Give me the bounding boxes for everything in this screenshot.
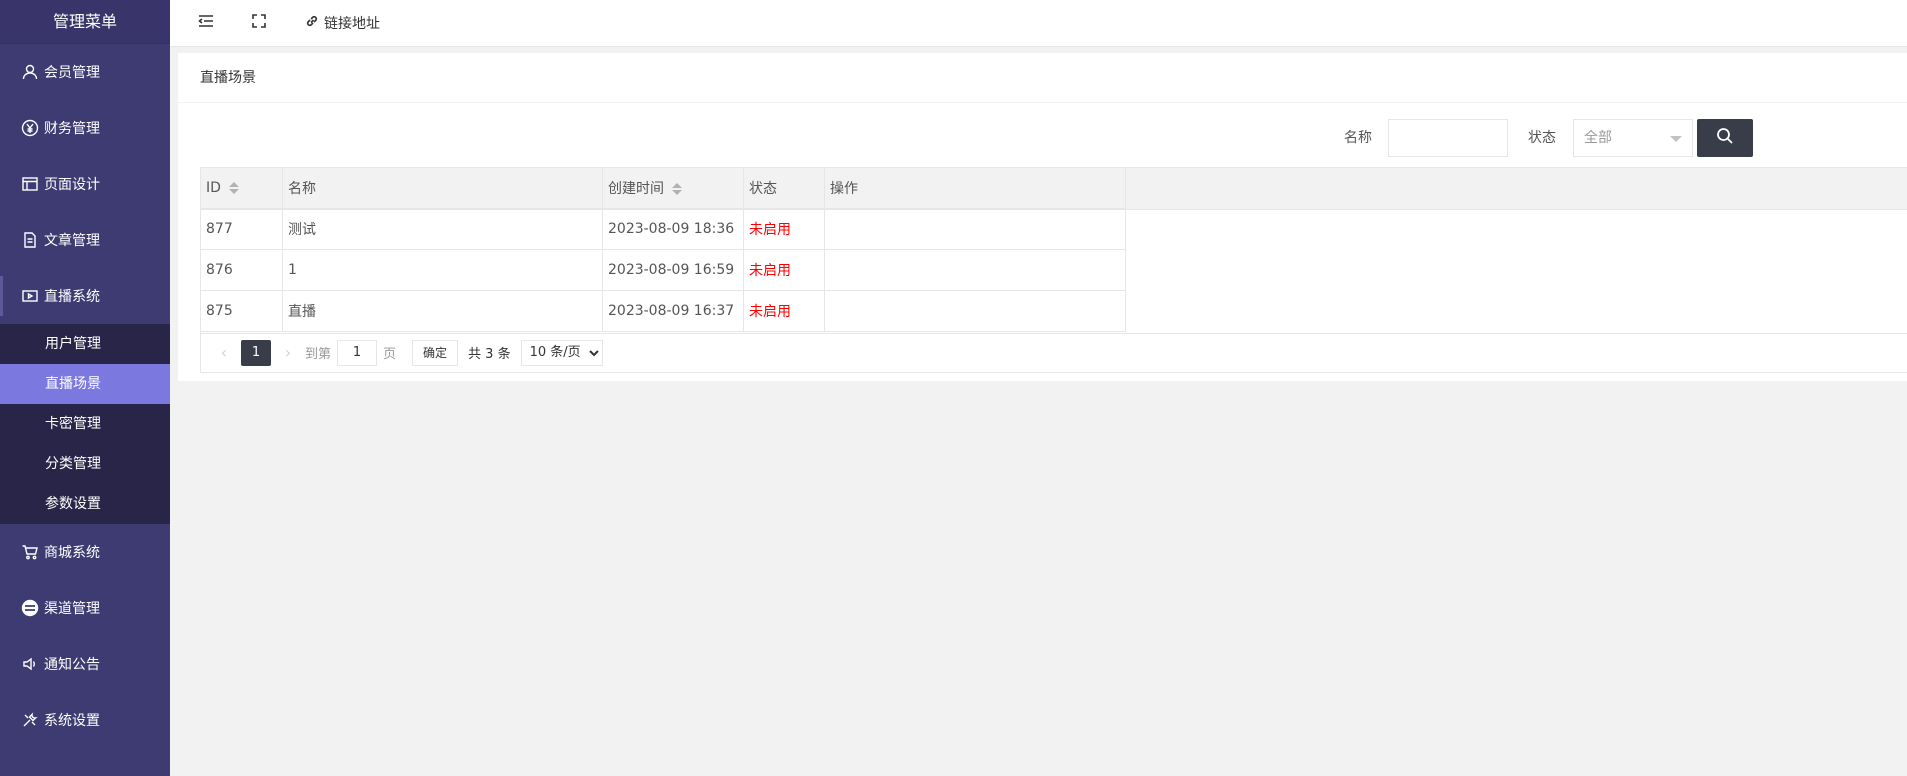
col-header-name: 名称 — [282, 167, 603, 209]
cell-action — [824, 249, 1126, 291]
speaker-icon — [20, 654, 40, 674]
live-submenu: 用户管理 直播场景 卡密管理 分类管理 参数设置 — [0, 324, 170, 524]
cell-created: 2023-08-09 18:36 — [602, 208, 744, 250]
col-header-id[interactable]: ID — [200, 167, 283, 209]
layout-icon — [20, 174, 40, 194]
page-suffix: 页 — [383, 347, 397, 362]
sidebar-item-live[interactable]: 直播系统 — [0, 268, 170, 324]
menu-collapse-button[interactable] — [170, 0, 229, 47]
name-label: 名称 — [1344, 130, 1372, 146]
cell-name: 测试 — [282, 208, 603, 250]
sidebar-item-notices[interactable]: 通知公告 — [0, 636, 170, 692]
sidebar-item-label: 商城系统 — [44, 545, 100, 561]
submenu-item-live-scenes[interactable]: 直播场景 — [0, 364, 170, 404]
fullscreen-button[interactable] — [229, 0, 282, 47]
user-icon — [20, 62, 40, 82]
sort-icon[interactable] — [228, 182, 239, 194]
tools-icon — [20, 710, 40, 730]
sidebar-item-label: 财务管理 — [44, 121, 100, 137]
cell-name: 直播 — [282, 290, 603, 332]
table-row: 877 测试 2023-08-09 18:36 未启用 — [200, 208, 1126, 250]
cell-id: 876 — [200, 249, 283, 291]
col-header-action: 操作 — [824, 167, 1126, 209]
page-title: 直播场景 — [178, 53, 1907, 103]
sidebar-title: 管理菜单 — [0, 0, 170, 44]
cell-action — [824, 290, 1126, 332]
video-icon — [20, 286, 40, 306]
next-page-button[interactable]: › — [277, 340, 299, 366]
current-page-button[interactable]: 1 — [241, 339, 271, 366]
sort-icon[interactable] — [672, 183, 682, 195]
goto-label: 到第 — [305, 347, 332, 362]
total-count: 共 3 条 — [468, 347, 511, 362]
sidebar-item-channels[interactable]: 渠道管理 — [0, 580, 170, 636]
sidebar-item-label: 文章管理 — [44, 233, 100, 249]
sidebar-item-finance[interactable]: 财务管理 — [0, 100, 170, 156]
table-header-row: ID 名称 创建时间 状态 操作 — [200, 167, 1126, 209]
sidebar-item-page-design[interactable]: 页面设计 — [0, 156, 170, 212]
submenu-item-users[interactable]: 用户管理 — [0, 324, 170, 364]
status-select-value: 全部 — [1584, 130, 1612, 146]
fullscreen-icon — [251, 13, 267, 33]
goto-page-input[interactable] — [337, 339, 378, 366]
channel-icon — [20, 598, 40, 618]
col-header-status: 状态 — [743, 167, 825, 209]
sidebar: 管理菜单 会员管理 财务管理 页面设计 文章管理 直播系统 用户管理 直播场景 … — [0, 0, 170, 776]
link-address-button[interactable]: 链接地址 — [282, 0, 395, 47]
pagination: ‹ 1 › 到第 页 确定 共 3 条 10 条/页 — [200, 333, 1907, 373]
sidebar-item-members[interactable]: 会员管理 — [0, 44, 170, 100]
cell-status: 未启用 — [743, 290, 825, 332]
page-size-select[interactable]: 10 条/页 — [520, 339, 603, 366]
table-row: 875 直播 2023-08-09 16:37 未启用 — [200, 290, 1126, 332]
search-icon — [1716, 127, 1734, 149]
sidebar-item-label: 页面设计 — [44, 177, 100, 193]
cell-status: 未启用 — [743, 249, 825, 291]
search-button[interactable] — [1697, 119, 1753, 157]
search-bar: 名称 状态 全部 — [178, 119, 1907, 157]
submenu-item-settings[interactable]: 参数设置 — [0, 484, 170, 524]
data-table: ID 名称 创建时间 状态 操作 877 测试 2023-08-09 18:36… — [200, 167, 1126, 332]
cell-status: 未启用 — [743, 208, 825, 250]
sidebar-item-label: 直播系统 — [44, 289, 100, 305]
cell-created: 2023-08-09 16:37 — [602, 290, 744, 332]
sidebar-item-label: 系统设置 — [44, 713, 100, 729]
topbar: 链接地址 — [170, 0, 1907, 47]
table-row: 876 1 2023-08-09 16:59 未启用 — [200, 249, 1126, 291]
link-icon — [304, 13, 320, 33]
cell-id: 875 — [200, 290, 283, 332]
cell-created: 2023-08-09 16:59 — [602, 249, 744, 291]
name-search-input[interactable] — [1388, 119, 1508, 157]
submenu-item-card-keys[interactable]: 卡密管理 — [0, 404, 170, 444]
status-select[interactable]: 全部 — [1573, 119, 1693, 157]
link-address-label: 链接地址 — [324, 16, 380, 32]
content-card: 直播场景 名称 状态 全部 ID 名称 创建时间 状态 操作 877 测试 20… — [178, 53, 1907, 381]
col-header-created[interactable]: 创建时间 — [602, 167, 744, 209]
sidebar-item-mall[interactable]: 商城系统 — [0, 524, 170, 580]
status-label: 状态 — [1528, 130, 1556, 146]
sidebar-item-articles[interactable]: 文章管理 — [0, 212, 170, 268]
sidebar-item-label: 通知公告 — [44, 657, 100, 673]
cell-action — [824, 208, 1126, 250]
chevron-down-icon — [1670, 136, 1682, 142]
menu-fold-icon — [198, 13, 214, 33]
sidebar-item-label: 渠道管理 — [44, 601, 100, 617]
sidebar-item-system[interactable]: 系统设置 — [0, 692, 170, 748]
cell-id: 877 — [200, 208, 283, 250]
submenu-item-categories[interactable]: 分类管理 — [0, 444, 170, 484]
document-icon — [20, 230, 40, 250]
confirm-button[interactable]: 确定 — [412, 339, 459, 366]
cell-name: 1 — [282, 249, 603, 291]
sidebar-item-label: 会员管理 — [44, 65, 100, 81]
yen-icon — [20, 118, 40, 138]
cart-icon — [20, 542, 40, 562]
prev-page-button[interactable]: ‹ — [213, 340, 235, 366]
